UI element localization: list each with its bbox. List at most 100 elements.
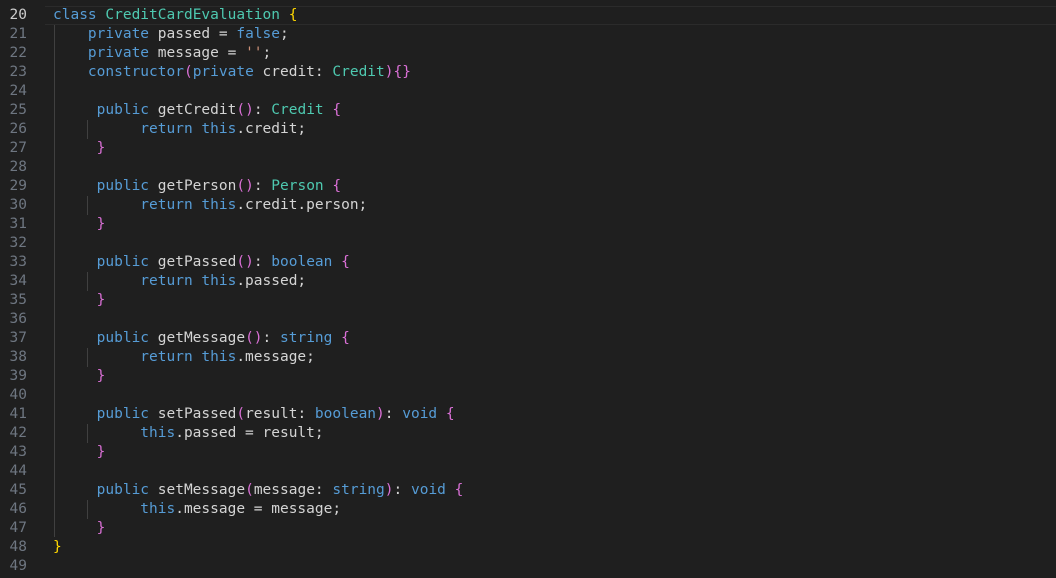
line-number: 43 (9, 444, 27, 460)
code-token: ; (262, 45, 272, 61)
code-line[interactable]: 41 public setPassed(result: boolean): vo… (0, 405, 1056, 424)
code-line[interactable]: 34 return this.passed; (0, 272, 1056, 291)
code-line[interactable]: 20 class CreditCardEvaluation { (0, 6, 1056, 25)
code-token: getPassed (157, 254, 237, 270)
code-line[interactable]: 22 private message = ''; (0, 44, 1056, 63)
code-text[interactable]: private message = ''; (53, 44, 271, 63)
code-line[interactable]: 25 public getCredit(): Credit { (0, 101, 1056, 120)
code-line[interactable]: 36 (0, 310, 1056, 329)
code-token: return (53, 197, 202, 213)
code-line[interactable]: 47 } (0, 519, 1056, 538)
code-editor[interactable]: 20 class CreditCardEvaluation {21 private… (0, 0, 1056, 578)
code-token: : (384, 406, 403, 422)
code-token: this (201, 349, 237, 365)
code-token: { (341, 330, 350, 346)
line-number: 41 (9, 406, 27, 422)
code-token: .passed; (236, 273, 307, 289)
code-token: .message = message; (175, 501, 342, 517)
code-line[interactable]: 32 (0, 234, 1056, 253)
code-line[interactable]: 46 this.message = message; (0, 500, 1056, 519)
code-text[interactable]: } (53, 367, 106, 386)
code-token: class (53, 7, 106, 23)
code-text[interactable]: this.message = message; (53, 500, 341, 519)
code-token: () (236, 178, 254, 194)
code-line[interactable]: 28 (0, 158, 1056, 177)
code-token: ) (384, 482, 394, 498)
code-token: ( (236, 406, 246, 422)
code-line[interactable]: 30 return this.credit.person; (0, 196, 1056, 215)
code-line[interactable]: 29 public getPerson(): Person { (0, 177, 1056, 196)
code-line[interactable]: 35 } (0, 291, 1056, 310)
code-text[interactable]: } (53, 443, 106, 462)
code-token: void (410, 482, 446, 498)
line-number: 31 (9, 216, 27, 232)
code-line[interactable]: 23 constructor(private credit: Credit){} (0, 63, 1056, 82)
code-token: Person (271, 178, 324, 194)
code-token: this (53, 501, 176, 517)
code-text[interactable]: return this.message; (53, 348, 315, 367)
line-number: 48 (9, 539, 27, 555)
code-line[interactable]: 48} (0, 538, 1056, 557)
code-text[interactable]: private passed = false; (53, 25, 289, 44)
code-line[interactable]: 26 return this.credit; (0, 120, 1056, 139)
code-line[interactable]: 31 } (0, 215, 1056, 234)
code-text[interactable]: return this.credit; (53, 120, 306, 139)
code-text[interactable]: return this.passed; (53, 272, 306, 291)
code-text[interactable]: } (53, 291, 106, 310)
code-line[interactable]: 33 public getPassed(): boolean { (0, 253, 1056, 272)
code-line[interactable]: 37 public getMessage(): string { (0, 329, 1056, 348)
code-line[interactable]: 40 (0, 386, 1056, 405)
line-number: 36 (9, 311, 27, 327)
code-text[interactable]: this.passed = result; (53, 424, 323, 443)
code-text[interactable]: public getMessage(): string { (53, 329, 350, 348)
code-token: constructor (53, 64, 184, 80)
code-text[interactable]: class CreditCardEvaluation { (53, 6, 297, 25)
line-number: 37 (9, 330, 27, 346)
code-line[interactable]: 49 (0, 557, 1056, 576)
code-token: : (262, 330, 281, 346)
code-text[interactable]: } (53, 139, 106, 158)
code-token: : (314, 64, 333, 80)
code-line[interactable]: 43 } (0, 443, 1056, 462)
code-line[interactable]: 21 private passed = false; (0, 25, 1056, 44)
code-text[interactable]: public getPerson(): Person { (53, 177, 342, 196)
code-token: : (393, 482, 411, 498)
code-token: this (201, 121, 237, 137)
code-line[interactable]: 24 (0, 82, 1056, 101)
code-line[interactable]: 42 this.passed = result; (0, 424, 1056, 443)
code-line[interactable]: 39 } (0, 367, 1056, 386)
code-line[interactable]: 38 return this.message; (0, 348, 1056, 367)
line-number: 25 (9, 102, 27, 118)
code-token: this (53, 425, 176, 441)
code-token: { (341, 254, 350, 270)
line-number: 26 (9, 121, 27, 137)
line-number: 24 (9, 83, 27, 99)
code-token: message (157, 45, 219, 61)
code-text[interactable]: } (53, 538, 62, 557)
code-line[interactable]: 45 public setMessage(message: string): v… (0, 481, 1056, 500)
code-text[interactable]: public setMessage(message: string): void… (53, 481, 464, 500)
code-text[interactable]: public setPassed(result: boolean): void … (53, 405, 455, 424)
code-token: } (53, 368, 106, 384)
code-token: () (245, 330, 263, 346)
code-text[interactable]: return this.credit.person; (53, 196, 367, 215)
code-text[interactable]: public getPassed(): boolean { (53, 253, 350, 272)
code-token: public (53, 406, 158, 422)
code-text[interactable]: } (53, 519, 106, 538)
code-token: { (332, 178, 342, 194)
code-line[interactable]: 27 } (0, 139, 1056, 158)
code-token: this (201, 273, 237, 289)
code-text[interactable]: } (53, 215, 106, 234)
code-text[interactable]: public getCredit(): Credit { (53, 101, 342, 120)
line-number: 23 (9, 64, 27, 80)
line-number: 30 (9, 197, 27, 213)
code-token: .credit.person; (236, 197, 368, 213)
line-number: 27 (9, 140, 27, 156)
code-token: } (53, 520, 106, 536)
code-token: .message; (236, 349, 315, 365)
code-text[interactable]: constructor(private credit: Credit){} (53, 63, 411, 82)
code-line[interactable]: 44 (0, 462, 1056, 481)
